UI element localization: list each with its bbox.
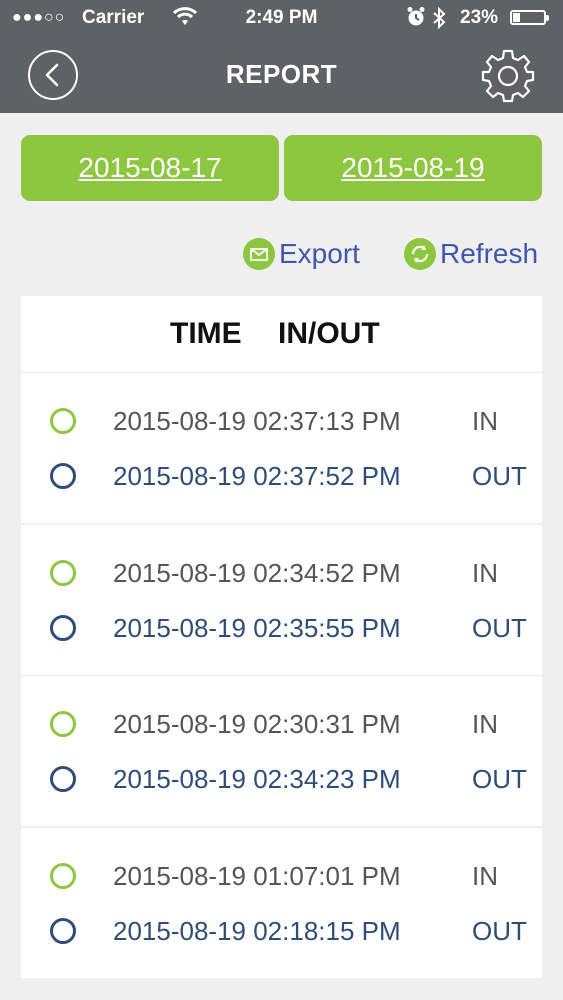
in-status-icon [50, 560, 76, 586]
end-date-button[interactable]: 2015-08-19 [284, 135, 542, 201]
in-row: 2015-08-19 02:37:13 PM IN [21, 396, 542, 446]
out-label: OUT [472, 613, 527, 643]
in-timestamp: 2015-08-19 01:07:01 PM [113, 861, 401, 891]
nav-bar: REPORT [0, 36, 563, 113]
out-timestamp: 2015-08-19 02:18:15 PM [113, 916, 401, 946]
column-header-inout: IN/OUT [278, 317, 380, 350]
out-label: OUT [472, 461, 527, 491]
start-date-button[interactable]: 2015-08-17 [21, 135, 279, 201]
column-header-time: TIME [170, 317, 242, 350]
in-timestamp: 2015-08-19 02:30:31 PM [113, 709, 401, 739]
out-label: OUT [472, 916, 527, 946]
in-timestamp: 2015-08-19 02:37:13 PM [113, 406, 401, 436]
chevron-left-icon [45, 63, 59, 87]
in-row: 2015-08-19 02:34:52 PM IN [21, 548, 542, 598]
in-label: IN [472, 709, 498, 739]
in-label: IN [472, 558, 498, 588]
in-label: IN [472, 406, 498, 436]
out-status-icon [50, 918, 76, 944]
back-button[interactable] [28, 50, 78, 100]
out-row: 2015-08-19 02:37:52 PM OUT [21, 451, 542, 501]
in-label: IN [472, 861, 498, 891]
in-status-icon [50, 863, 76, 889]
battery-level [513, 13, 520, 22]
list-item: 2015-08-19 02:30:31 PM IN 2015-08-19 02:… [21, 676, 542, 826]
out-label: OUT [472, 764, 527, 794]
out-row: 2015-08-19 02:35:55 PM OUT [21, 603, 542, 653]
settings-button[interactable] [479, 47, 537, 105]
out-status-icon [50, 615, 76, 641]
in-row: 2015-08-19 02:30:31 PM IN [21, 699, 542, 749]
table-header: TIME IN/OUT [21, 296, 542, 372]
list-item: 2015-08-19 01:07:01 PM IN 2015-08-19 02:… [21, 828, 542, 978]
out-timestamp: 2015-08-19 02:34:23 PM [113, 764, 401, 794]
refresh-label: Refresh [440, 238, 539, 269]
battery-percent: 23% [460, 7, 499, 28]
out-status-icon [50, 463, 76, 489]
in-row: 2015-08-19 01:07:01 PM IN [21, 851, 542, 901]
out-status-icon [50, 766, 76, 792]
battery-icon [510, 10, 549, 25]
out-timestamp: 2015-08-19 02:37:52 PM [113, 461, 401, 491]
list-item: 2015-08-19 02:37:13 PM IN 2015-08-19 02:… [21, 373, 542, 523]
export-label: Export [279, 238, 360, 269]
refresh-icon [404, 238, 436, 270]
mail-icon [243, 238, 275, 270]
out-row: 2015-08-19 02:18:15 PM OUT [21, 906, 542, 956]
out-row: 2015-08-19 02:34:23 PM OUT [21, 754, 542, 804]
in-status-icon [50, 408, 76, 434]
in-status-icon [50, 711, 76, 737]
bluetooth-icon [432, 6, 446, 34]
in-timestamp: 2015-08-19 02:34:52 PM [113, 558, 401, 588]
status-bar: ●●●○○ Carrier 2:49 PM 23% [0, 0, 563, 36]
list-item: 2015-08-19 02:34:52 PM IN 2015-08-19 02:… [21, 525, 542, 675]
gear-icon [481, 49, 535, 103]
alarm-icon [406, 6, 426, 33]
out-timestamp: 2015-08-19 02:35:55 PM [113, 613, 401, 643]
